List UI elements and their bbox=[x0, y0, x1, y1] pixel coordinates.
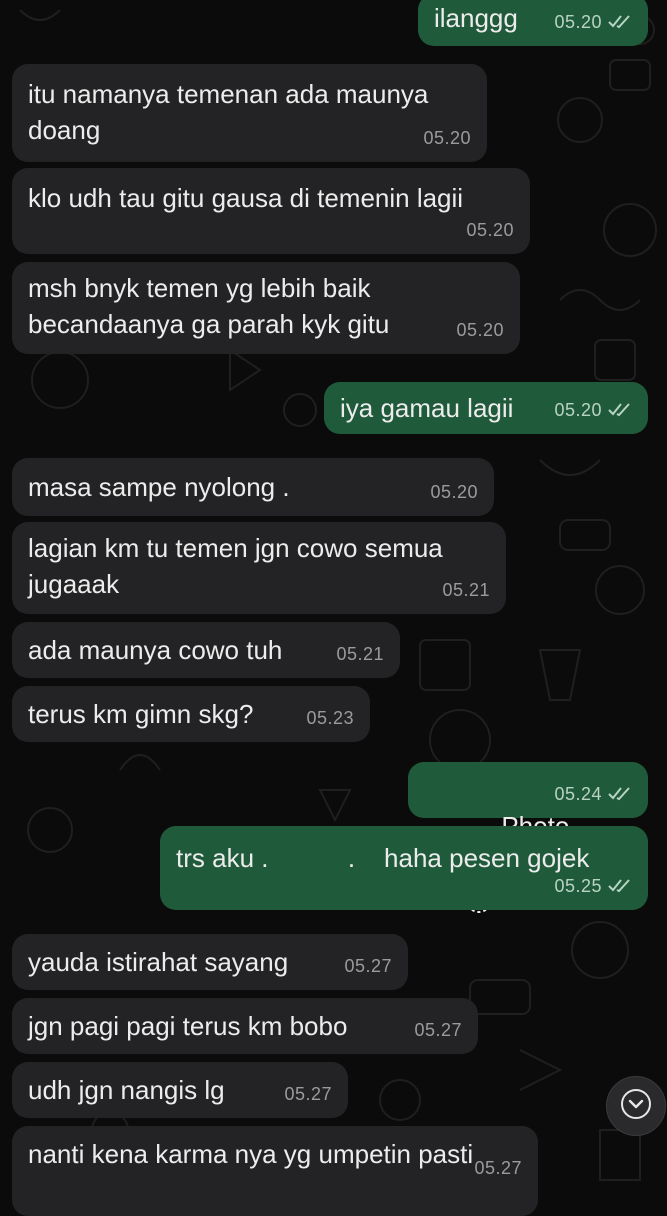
message-time: 05.24 bbox=[554, 784, 602, 804]
message-bubble[interactable]: masa sampe nyolong . 05.20 bbox=[12, 458, 494, 516]
message-meta: 05.20 bbox=[554, 4, 632, 40]
message-meta: 05.25 bbox=[554, 868, 632, 904]
message-time: 05.27 bbox=[284, 1084, 332, 1104]
message-meta: 05.21 bbox=[336, 636, 384, 672]
read-ticks-icon bbox=[608, 787, 632, 801]
message-text: masa sampe nyolong . bbox=[28, 472, 290, 502]
message-bubble[interactable]: yauda istirahat sayang 05.27 bbox=[12, 934, 408, 990]
read-ticks-icon bbox=[608, 15, 632, 29]
message-bubble[interactable]: msh bnyk temen yg lebih baik becandaanya… bbox=[12, 262, 520, 354]
message-meta: 05.27 bbox=[414, 1012, 462, 1048]
message-bubble[interactable]: ada maunya cowo tuh 05.21 bbox=[12, 622, 400, 678]
message-time: 05.20 bbox=[430, 482, 478, 502]
message-time: 05.20 bbox=[423, 128, 471, 148]
message-bubble[interactable]: lagian km tu temen jgn cowo semua jugaaa… bbox=[12, 522, 506, 614]
message-meta: 05.23 bbox=[306, 700, 354, 736]
message-time: 05.21 bbox=[336, 644, 384, 664]
message-time: 05.27 bbox=[414, 1020, 462, 1040]
chevron-down-icon bbox=[619, 1087, 653, 1126]
message-time: 05.21 bbox=[442, 580, 490, 600]
message-text: terus km gimn skg? bbox=[28, 699, 254, 729]
chat-messages: ilanggg 05.20 itu namanya temenan ada ma… bbox=[0, 0, 667, 1216]
message-text: msh bnyk temen yg lebih baik becandaanya… bbox=[28, 273, 390, 339]
message-time: 05.27 bbox=[474, 1158, 522, 1178]
message-time: 05.23 bbox=[306, 708, 354, 728]
message-bubble[interactable]: terus km gimn skg? 05.23 bbox=[12, 686, 370, 742]
scroll-to-bottom-button[interactable] bbox=[606, 1076, 666, 1136]
message-bubble[interactable]: itu namanya temenan ada maunya doang 05.… bbox=[12, 64, 487, 162]
message-bubble[interactable]: klo udh tau gitu gausa di temenin lagii … bbox=[12, 168, 530, 254]
message-text: itu namanya temenan ada maunya doang bbox=[28, 79, 429, 145]
message-bubble[interactable]: udh jgn nangis lg 05.27 bbox=[12, 1062, 348, 1118]
message-time: 05.27 bbox=[344, 956, 392, 976]
message-text: klo udh tau gitu gausa di temenin lagii bbox=[28, 183, 464, 213]
message-meta: 05.20 bbox=[423, 120, 471, 156]
message-meta: 05.27 bbox=[344, 948, 392, 984]
message-time: 05.20 bbox=[554, 12, 602, 32]
message-time: 05.20 bbox=[456, 320, 504, 340]
message-bubble[interactable]: trs aku . . haha pesen gojek 05.25 bbox=[160, 826, 648, 910]
message-meta: 05.20 bbox=[466, 212, 514, 248]
message-bubble[interactable]: iya gamau lagii 05.20 bbox=[324, 382, 648, 434]
message-time: 05.20 bbox=[466, 220, 514, 240]
photo-message-bubble[interactable]: 1 Photo 05.24 bbox=[408, 762, 648, 914]
message-meta: 05.27 bbox=[474, 1150, 522, 1186]
message-meta: 05.27 bbox=[284, 1076, 332, 1112]
message-text: lagian km tu temen jgn cowo semua jugaaa… bbox=[28, 533, 443, 599]
message-time: 05.25 bbox=[554, 876, 602, 896]
message-bubble[interactable]: nanti kena karma nya yg umpetin pasti 05… bbox=[12, 1126, 538, 1216]
message-meta: 05.21 bbox=[442, 572, 490, 608]
message-meta: 05.24 bbox=[554, 776, 632, 812]
message-meta: 05.20 bbox=[430, 474, 478, 510]
message-bubble[interactable]: ilanggg 05.20 bbox=[418, 0, 648, 46]
message-text: nanti kena karma nya yg umpetin pasti bbox=[28, 1139, 474, 1169]
read-ticks-icon bbox=[608, 403, 632, 417]
message-text: ada maunya cowo tuh bbox=[28, 635, 283, 665]
message-meta: 05.20 bbox=[456, 312, 504, 348]
message-bubble[interactable]: jgn pagi pagi terus km bobo 05.27 bbox=[12, 998, 478, 1054]
read-ticks-icon bbox=[608, 879, 632, 893]
message-text: yauda istirahat sayang bbox=[28, 947, 289, 977]
message-meta: 05.20 bbox=[554, 392, 632, 428]
message-text: jgn pagi pagi terus km bobo bbox=[28, 1011, 348, 1041]
message-time: 05.20 bbox=[554, 400, 602, 420]
